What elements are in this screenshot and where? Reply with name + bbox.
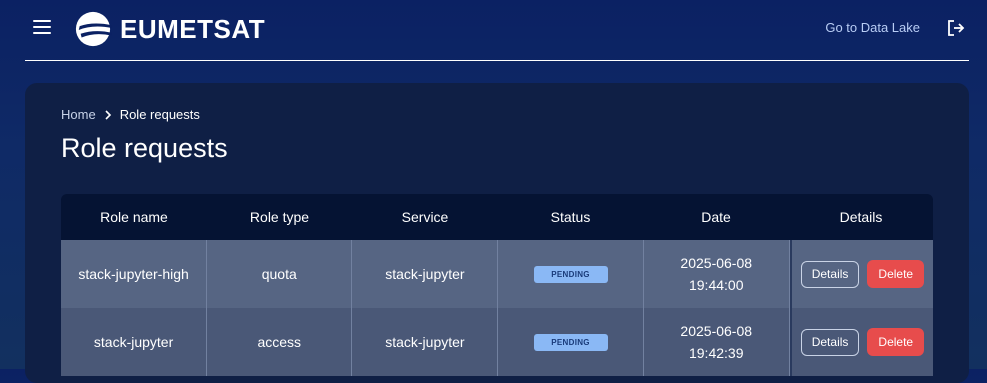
status-badge: PENDING (533, 333, 608, 351)
table-row: stack-jupyter-high quota stack-jupyter P… (61, 240, 933, 308)
breadcrumb-current: Role requests (119, 107, 200, 122)
date-cell: 2025-06-08 19:44:00 (644, 240, 790, 308)
column-header-role-type[interactable]: Role type (207, 194, 352, 240)
top-bar: EUMETSAT Go to Data Lake (0, 0, 987, 60)
date-cell: 2025-06-08 19:42:39 (644, 308, 790, 376)
service-cell: stack-jupyter (352, 240, 499, 308)
time-value: 19:42:39 (688, 345, 744, 361)
brand-name: EUMETSAT (120, 13, 266, 44)
column-header-service[interactable]: Service (352, 194, 498, 240)
status-badge: PENDING (533, 265, 608, 283)
page-title: Role requests (61, 133, 228, 163)
column-header-details: Details (839, 209, 883, 225)
details-button[interactable]: Details (800, 328, 860, 356)
role-type-cell: quota (207, 240, 353, 308)
brand-logo[interactable]: EUMETSAT (74, 9, 265, 49)
role-name-cell: stack-jupyter (61, 308, 208, 376)
actions-cell: Details Delete (789, 308, 933, 376)
breadcrumb: Home Role requests (61, 107, 200, 122)
header-divider (25, 60, 969, 61)
role-name-cell: stack-jupyter-high (61, 240, 208, 308)
breadcrumb-home[interactable]: Home (61, 107, 96, 122)
date-value: 2025-06-08 (680, 323, 753, 339)
column-header-status[interactable]: Status (498, 194, 643, 240)
column-header-role-name[interactable]: Role name (61, 194, 207, 240)
role-type-cell: access (207, 308, 353, 376)
hamburger-menu-icon[interactable] (30, 16, 54, 40)
column-header-date[interactable]: Date (643, 194, 789, 240)
time-value: 19:44:00 (688, 277, 744, 293)
logout-icon[interactable] (947, 19, 965, 37)
details-button[interactable]: Details (800, 260, 860, 288)
go-to-data-lake-link[interactable]: Go to Data Lake (825, 20, 920, 35)
date-value: 2025-06-08 (680, 255, 753, 271)
status-cell: PENDING (498, 308, 644, 376)
table-row: stack-jupyter access stack-jupyter PENDI… (61, 308, 933, 376)
delete-button[interactable]: Delete (867, 260, 925, 288)
delete-button[interactable]: Delete (867, 328, 925, 356)
table-header: Role name Role type Service Status Date … (61, 194, 933, 240)
chevron-right-icon (105, 109, 111, 120)
status-cell: PENDING (498, 240, 644, 308)
role-requests-table: Role name Role type Service Status Date … (61, 194, 933, 376)
actions-cell: Details Delete (789, 240, 933, 308)
service-cell: stack-jupyter (352, 308, 499, 376)
content-card: Home Role requests Role requests Role na… (25, 83, 969, 383)
eumetsat-logo-icon (75, 11, 112, 47)
